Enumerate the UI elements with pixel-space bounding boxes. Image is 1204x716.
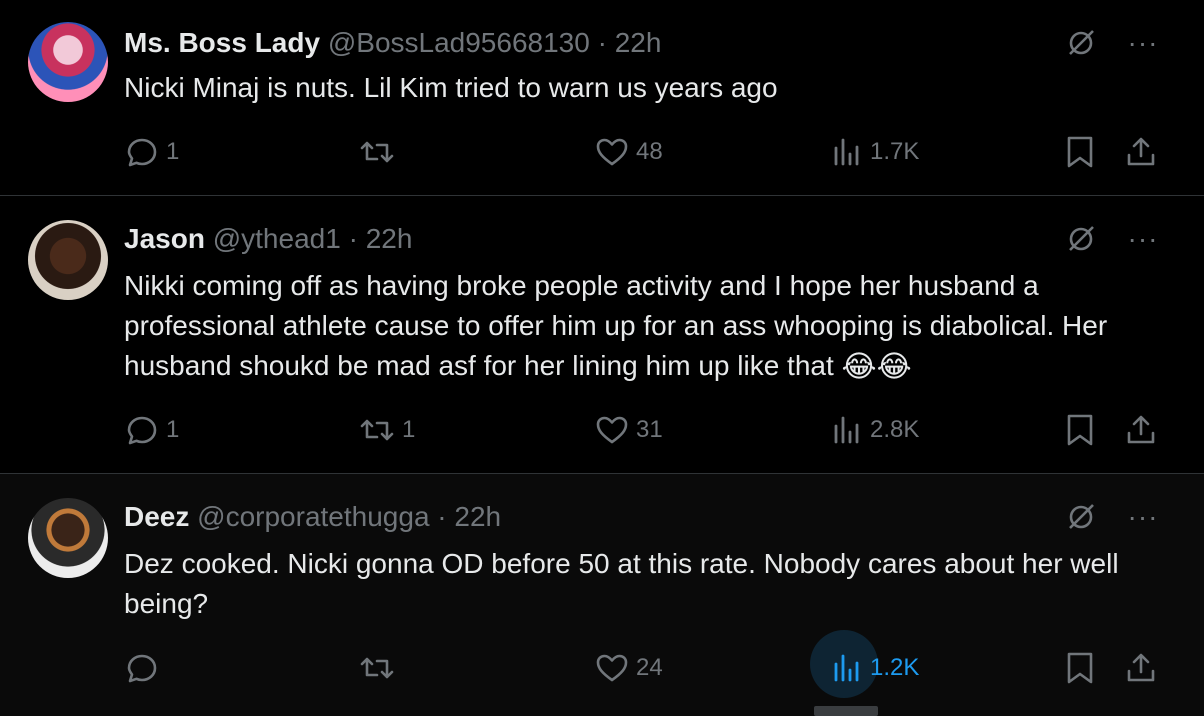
timestamp[interactable]: 22h <box>615 27 662 58</box>
tweet-text-body: Nicki Minaj is nuts. Lil Kim tried to wa… <box>124 72 778 103</box>
separator-dot: · <box>348 223 358 254</box>
tweet[interactable]: Jason @ythead1 · 22h ··· Nikki coming of… <box>0 196 1204 474</box>
scroll-indicator[interactable] <box>814 706 878 716</box>
retweet-icon <box>358 412 396 448</box>
tweet-header: Jason @ythead1 · 22h <box>124 222 412 256</box>
reply-button[interactable] <box>124 648 166 688</box>
share-icon <box>1124 412 1158 448</box>
tweet-text: Nikki coming off as having broke people … <box>124 266 1164 388</box>
views-button[interactable]: 1.7K <box>830 132 919 172</box>
views-count: 1.7K <box>870 138 920 165</box>
like-icon <box>594 650 630 686</box>
retweet-icon <box>358 650 396 686</box>
author-handle[interactable]: @BossLad95668130 <box>328 27 590 58</box>
views-icon <box>830 650 864 686</box>
reply-button[interactable]: 1 <box>124 410 179 450</box>
bookmark-icon <box>1064 650 1096 686</box>
bookmark-button[interactable] <box>1064 132 1096 172</box>
like-button[interactable]: 24 <box>594 648 663 688</box>
timestamp[interactable]: 22h <box>454 501 501 532</box>
share-button[interactable] <box>1124 410 1158 450</box>
bookmark-icon <box>1064 412 1096 448</box>
reply-button[interactable]: 1 <box>124 132 179 172</box>
share-icon <box>1124 650 1158 686</box>
more-icon[interactable]: ··· <box>1126 500 1160 534</box>
bookmark-button[interactable] <box>1064 410 1096 450</box>
share-button[interactable] <box>1124 132 1158 172</box>
retweet-icon <box>358 134 396 170</box>
bookmark-icon <box>1064 134 1096 170</box>
tweet-header: Ms. Boss Lady @BossLad95668130 · 22h <box>124 26 661 60</box>
grok-icon[interactable] <box>1064 222 1098 256</box>
timestamp[interactable]: 22h <box>366 223 413 254</box>
retweet-count: 1 <box>402 416 416 443</box>
tweet[interactable]: Ms. Boss Lady @BossLad95668130 · 22h ···… <box>0 0 1204 196</box>
author-name[interactable]: Ms. Boss Lady <box>124 27 320 58</box>
like-count: 48 <box>636 138 663 165</box>
views-icon <box>830 412 864 448</box>
more-icon[interactable]: ··· <box>1126 26 1160 60</box>
separator-dot: · <box>437 501 447 532</box>
avatar[interactable] <box>28 220 108 300</box>
like-icon <box>594 412 630 448</box>
author-handle[interactable]: @corporatethugga <box>197 501 429 532</box>
grok-icon[interactable] <box>1064 500 1098 534</box>
views-button[interactable]: 1.2K <box>830 648 919 688</box>
tweet-actions: 1 1 31 2.8K <box>124 410 1164 450</box>
reply-count: 1 <box>166 138 180 165</box>
tweet-actions: 24 1.2K <box>124 630 1164 698</box>
tweet-text-body: Dez cooked. Nicki gonna OD before 50 at … <box>124 548 1119 619</box>
separator-dot: · <box>597 27 607 58</box>
reply-count: 1 <box>166 416 180 443</box>
tweet-text: Nicki Minaj is nuts. Lil Kim tried to wa… <box>124 68 1164 108</box>
grok-icon[interactable] <box>1064 26 1098 60</box>
reply-icon <box>124 134 160 170</box>
more-icon[interactable]: ··· <box>1126 222 1160 256</box>
laughing-emoji: 😂😂 <box>841 350 912 384</box>
like-count: 31 <box>636 416 663 443</box>
like-icon <box>594 134 630 170</box>
views-count: 2.8K <box>870 416 920 443</box>
like-button[interactable]: 31 <box>594 410 663 450</box>
tweet-text: Dez cooked. Nicki gonna OD before 50 at … <box>124 544 1164 624</box>
avatar[interactable] <box>28 22 108 102</box>
views-icon <box>830 134 864 170</box>
tweet-text-body: Nikki coming off as having broke people … <box>124 270 1108 381</box>
reply-icon <box>124 412 160 448</box>
retweet-button[interactable] <box>358 132 402 172</box>
author-handle[interactable]: @ythead1 <box>213 223 341 254</box>
tweet[interactable]: Deez @corporatethugga · 22h ··· Dez cook… <box>0 474 1204 716</box>
bookmark-button[interactable] <box>1064 648 1096 688</box>
reply-icon <box>124 650 160 686</box>
share-icon <box>1124 134 1158 170</box>
views-count: 1.2K <box>870 654 920 681</box>
tweet-header: Deez @corporatethugga · 22h <box>124 500 501 534</box>
author-name[interactable]: Deez <box>124 501 189 532</box>
retweet-button[interactable] <box>358 648 402 688</box>
avatar[interactable] <box>28 498 108 578</box>
share-button[interactable] <box>1124 648 1158 688</box>
retweet-button[interactable]: 1 <box>358 410 415 450</box>
views-button[interactable]: 2.8K <box>830 410 919 450</box>
author-name[interactable]: Jason <box>124 223 205 254</box>
like-count: 24 <box>636 654 663 681</box>
like-button[interactable]: 48 <box>594 132 663 172</box>
tweet-actions: 1 48 1.7K <box>124 132 1164 172</box>
